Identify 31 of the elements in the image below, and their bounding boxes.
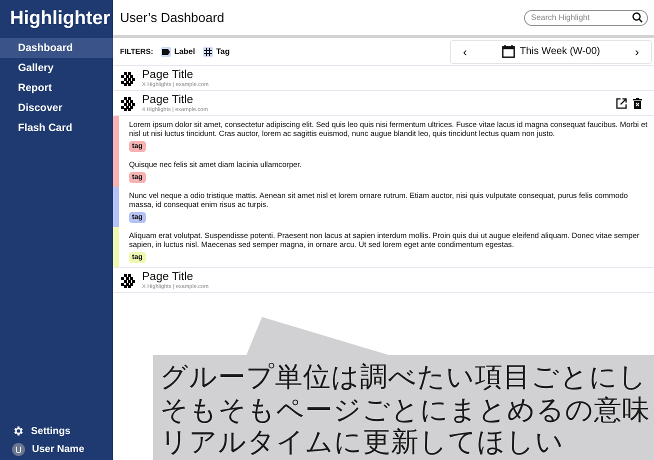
calendar-icon	[502, 45, 515, 58]
sidebar-item[interactable]: Gallery	[0, 58, 113, 78]
search-icon[interactable]	[632, 12, 643, 22]
week-label: This Week (W-00)	[520, 46, 600, 57]
comment-text: グループ単位は調べたい項目ごとにし	[160, 361, 648, 394]
comment-text: そもそもページごとにまとめるの意味	[160, 394, 651, 426]
delete-icon[interactable]	[633, 98, 642, 109]
sidebar-item[interactable]: Report	[0, 78, 113, 98]
settings-icon[interactable]	[12, 425, 24, 437]
page-title[interactable]: Page Title	[142, 69, 646, 82]
sidebar-item[interactable]: Discover	[0, 98, 113, 118]
user-avatar: U	[12, 443, 25, 456]
settings-link[interactable]: Settings	[31, 426, 70, 436]
previous-week-button[interactable]: ‹	[461, 44, 469, 58]
checkered-icon	[121, 274, 135, 288]
search-field[interactable]: Search Highlight	[524, 10, 648, 26]
comment-text: リアルタイムに更新してほしい	[160, 426, 565, 458]
hash-icon	[204, 48, 212, 56]
filter-chip[interactable]: Tag	[203, 46, 230, 56]
user-name[interactable]: User Name	[32, 444, 84, 455]
checkered-icon	[121, 96, 135, 110]
page-title[interactable]: Page Title	[142, 94, 609, 107]
page-heading: User’s Dashboard	[120, 10, 224, 25]
next-week-button[interactable]: ›	[632, 44, 641, 58]
sidebar-item[interactable]: Flash Card	[0, 118, 113, 138]
app-logo: Highlighter	[9, 7, 112, 31]
sidebar-item[interactable]: Dashboard	[0, 38, 113, 58]
filter-chip[interactable]: Label	[161, 46, 196, 56]
page-title[interactable]: Page Title	[142, 271, 646, 284]
checkered-icon	[121, 72, 135, 86]
label-icon	[162, 48, 170, 54]
